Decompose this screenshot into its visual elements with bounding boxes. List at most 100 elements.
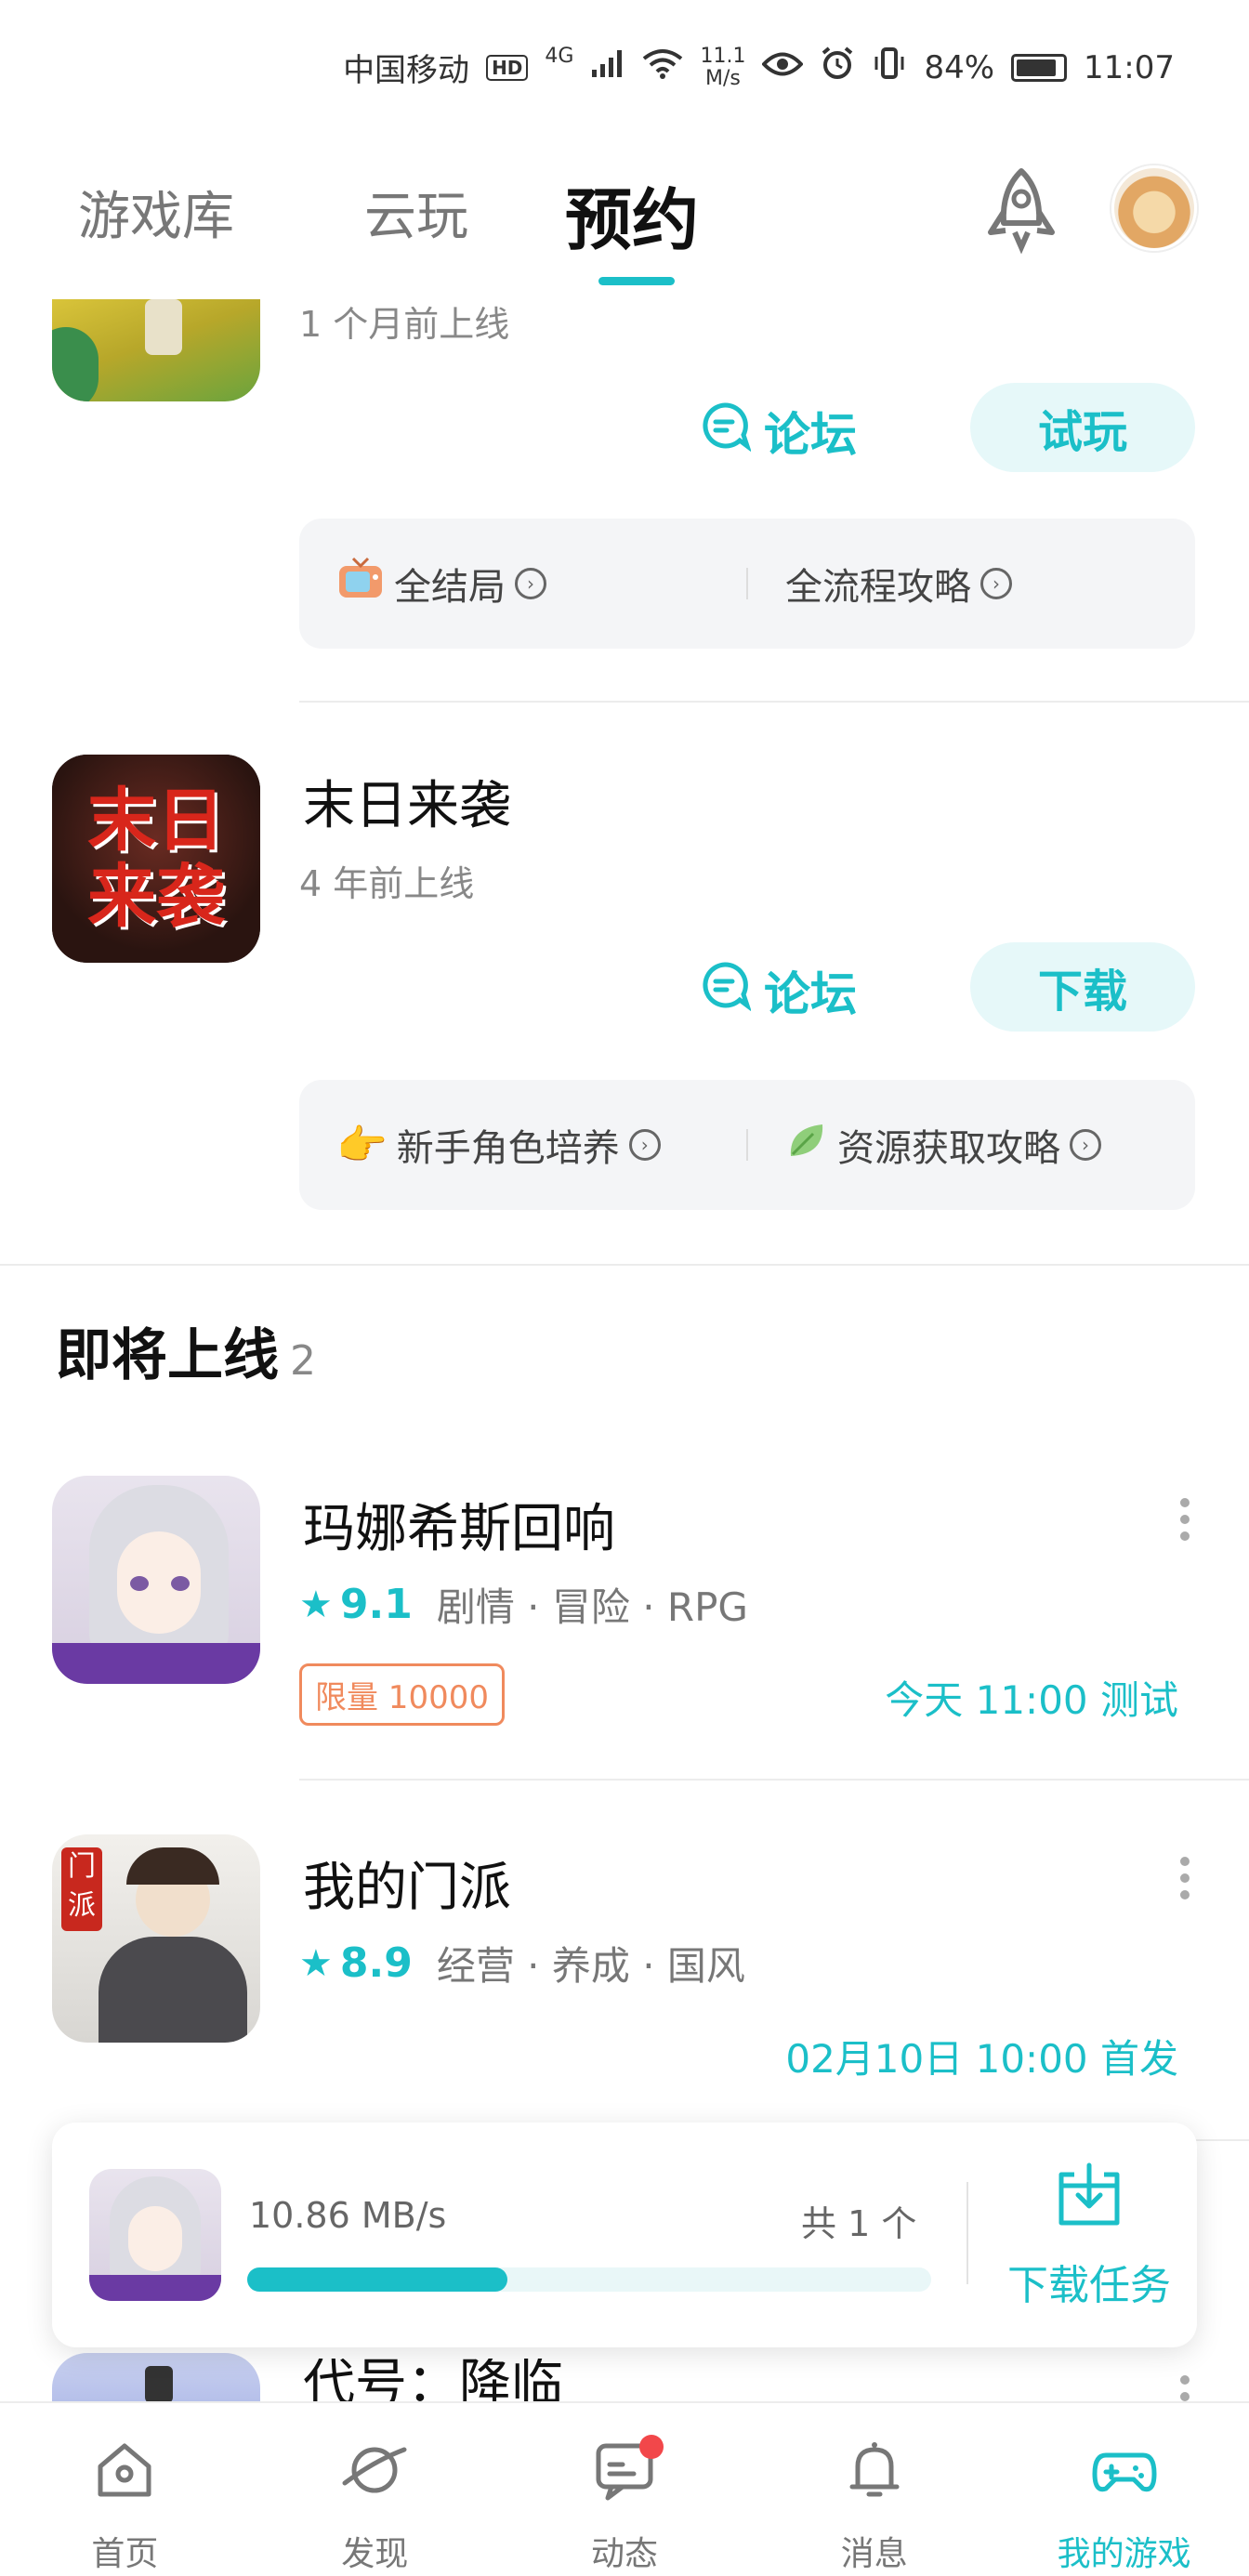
guide-label: 新手角色培养 [396, 1127, 620, 1170]
nav-my-games[interactable]: 我的游戏 [999, 2403, 1249, 2576]
signal-icon [590, 47, 625, 87]
forum-label: 论坛 [764, 408, 857, 462]
nav-discover[interactable]: 发现 [250, 2403, 500, 2576]
download-count: 共 1 个 [801, 2203, 917, 2244]
divider [299, 701, 1249, 703]
guide-panel: 全结局 › 全流程攻略 › [299, 519, 1195, 649]
gamepad-icon [1091, 2437, 1158, 2512]
status-bar: 中国移动 HD 4G 11.1 M/s 84% 11:07 [0, 0, 1249, 139]
battery-icon [1011, 53, 1068, 82]
chevron-right-icon: › [980, 568, 1012, 599]
pointing-hand-icon: 👉 [336, 1122, 388, 1169]
bell-icon [841, 2437, 908, 2512]
game-title[interactable]: 代号：降临 [303, 2359, 563, 2401]
download-progress-fill [247, 2267, 507, 2292]
game-title[interactable]: 我的门派 [303, 1846, 511, 1921]
more-options-icon[interactable] [1180, 1498, 1191, 1541]
chevron-right-icon: › [1070, 1129, 1101, 1161]
alarm-icon [820, 46, 855, 89]
guide-link[interactable]: 资源获取攻略 › [748, 1118, 1195, 1172]
game-thumbnail[interactable] [52, 2353, 260, 2401]
game-meta: ★ 9.1 剧情 · 冒险 · RPG [299, 1576, 748, 1633]
game-title[interactable]: 玛娜希斯回响 [303, 1487, 615, 1562]
tab-cloud-play[interactable]: 云玩 [364, 175, 468, 250]
more-options-icon[interactable] [1180, 1857, 1191, 1899]
guide-label: 全结局 [394, 566, 506, 609]
clock: 11:07 [1084, 48, 1175, 86]
guide-label: 资源获取攻略 [837, 1127, 1060, 1170]
guide-link[interactable]: 全流程攻略 › [748, 557, 1195, 611]
hd-badge: HD [486, 54, 529, 81]
upcoming-section-header: 即将上线 2 [56, 1310, 316, 1391]
forum-icon [699, 959, 752, 1022]
nav-label: 首页 [91, 2535, 159, 2573]
nav-activity[interactable]: 动态 [500, 2403, 750, 2576]
forum-button[interactable]: 论坛 [699, 957, 857, 1024]
download-speed: 10.86 MB/s [249, 2195, 447, 2236]
game-thumbnail[interactable]: 门派 [52, 1834, 260, 2043]
game-title[interactable]: 末日来袭 [303, 764, 511, 839]
forum-label: 论坛 [764, 967, 857, 1021]
star-icon: ★ [299, 1583, 333, 1626]
forum-button[interactable]: 论坛 [699, 398, 857, 465]
speed-value: 11.1 [700, 44, 746, 68]
game-tags: 剧情 · 冒险 · RPG [436, 1584, 748, 1630]
chevron-right-icon: › [515, 568, 546, 599]
release-time: 1 个月前上线 [299, 304, 510, 345]
home-icon [91, 2437, 158, 2512]
release-time: 4 年前上线 [299, 863, 475, 904]
download-tasks-button[interactable]: 下载任务 [987, 2158, 1191, 2311]
wifi-icon [642, 47, 683, 87]
more-options-icon[interactable] [1180, 2375, 1191, 2401]
download-tasks-label: 下载任务 [1007, 2262, 1171, 2309]
forum-icon [699, 400, 752, 463]
guide-panel: 👉 新手角色培养 › 资源获取攻略 › [299, 1080, 1195, 1210]
download-separator [966, 2182, 968, 2284]
guide-link[interactable]: 👉 新手角色培养 › [299, 1118, 746, 1172]
notification-dot [638, 2435, 664, 2459]
nav-label: 我的游戏 [1057, 2535, 1191, 2573]
game-tags: 经营 · 养成 · 国风 [436, 1943, 745, 1989]
star-icon: ★ [299, 1941, 333, 1985]
divider [299, 1779, 1249, 1781]
planet-icon [341, 2437, 408, 2512]
battery-percent: 84% [924, 48, 995, 86]
try-play-button[interactable]: 试玩 [970, 383, 1195, 472]
section-title: 即将上线 [56, 1323, 279, 1388]
download-task-card[interactable]: 10.86 MB/s 共 1 个 下载任务 [52, 2123, 1197, 2347]
tab-reservations[interactable]: 预约 [565, 165, 699, 263]
rocket-icon[interactable] [979, 165, 1063, 258]
network-speed: 11.1 M/s [700, 44, 746, 90]
download-button[interactable]: 下载 [970, 942, 1195, 1032]
nav-label: 发现 [341, 2535, 409, 2573]
section-divider [0, 1264, 1249, 1266]
nav-messages[interactable]: 消息 [749, 2403, 999, 2576]
carrier-label: 中国移动 [343, 52, 470, 89]
section-count: 2 [290, 1337, 316, 1385]
eye-icon [761, 49, 805, 86]
tv-icon [336, 557, 385, 611]
guide-link[interactable]: 全结局 › [299, 557, 746, 611]
nav-label: 消息 [840, 2535, 908, 2573]
tab-game-library[interactable]: 游戏库 [78, 175, 234, 250]
limit-badge: 限量 10000 [299, 1663, 505, 1726]
network-label: 4G [545, 45, 574, 68]
chevron-right-icon: › [628, 1129, 661, 1161]
nav-label: 动态 [590, 2535, 658, 2573]
active-tab-indicator [598, 277, 675, 285]
guide-label: 全流程攻略 [785, 566, 971, 609]
speed-unit: M/s [705, 66, 741, 90]
download-game-thumbnail [89, 2169, 221, 2301]
user-avatar[interactable] [1111, 165, 1197, 251]
rating-score: 8.9 [339, 1939, 413, 1987]
game-meta: ★ 8.9 经营 · 养成 · 国风 [299, 1935, 745, 1991]
release-schedule: 02月10日 10:00 首发 [785, 2036, 1178, 2082]
nav-home[interactable]: 首页 [0, 2403, 250, 2576]
game-thumbnail[interactable] [52, 299, 260, 401]
game-thumbnail[interactable]: 末日 来袭 [52, 755, 260, 963]
game-thumbnail[interactable] [52, 1476, 260, 1684]
release-schedule: 今天 11:00 测试 [885, 1677, 1178, 1723]
vibrate-icon [872, 46, 907, 89]
rating-score: 9.1 [339, 1581, 413, 1628]
download-tray-icon [1052, 2158, 1126, 2242]
